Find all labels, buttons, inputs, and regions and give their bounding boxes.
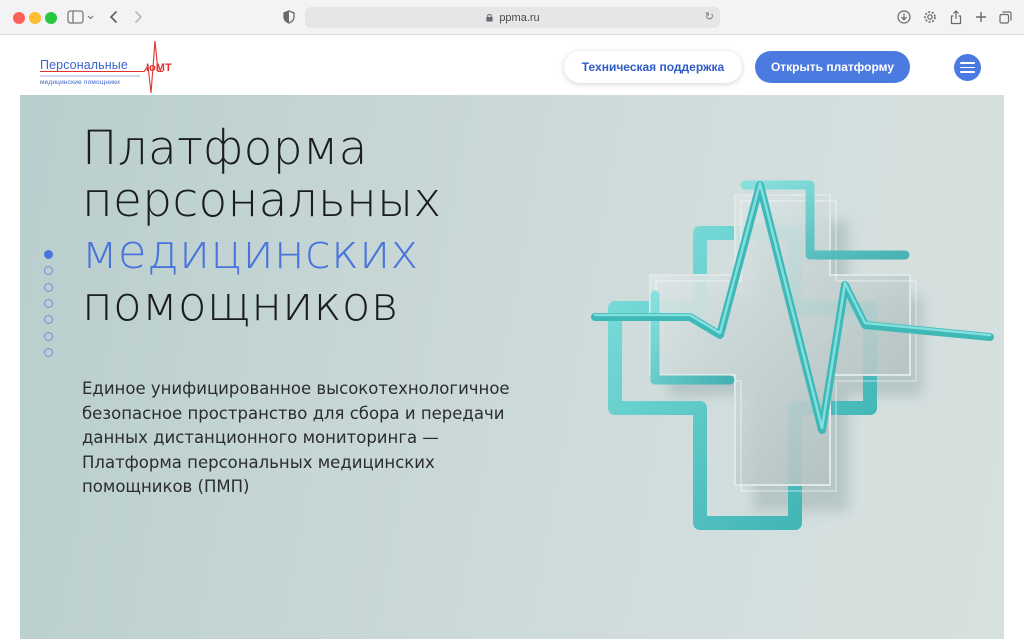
hero-title-line-4: помощников xyxy=(82,277,399,332)
chevron-right-icon[interactable] xyxy=(130,8,146,26)
slide-dot[interactable] xyxy=(44,266,53,276)
lock-icon xyxy=(486,13,493,22)
logo[interactable]: Персональные медицинские помощники IoMT xyxy=(40,40,200,94)
site-header: Персональные медицинские помощники IoMT … xyxy=(20,36,1004,95)
minimize-window-button[interactable] xyxy=(29,12,41,24)
browser-toolbar: ppma.ru ↻ xyxy=(0,0,1024,35)
hero-section: Платформа персональных медицинских помощ… xyxy=(20,95,1004,639)
share-icon[interactable] xyxy=(947,8,965,26)
reload-icon[interactable]: ↻ xyxy=(705,10,714,23)
slide-dot[interactable] xyxy=(44,347,53,357)
slide-dot[interactable] xyxy=(44,298,53,308)
logo-iomt-badge: IoMT xyxy=(146,62,172,74)
hero-title-line-1: Платформа xyxy=(82,121,368,176)
url-text: ppma.ru xyxy=(499,11,540,24)
download-icon[interactable] xyxy=(895,8,913,26)
maximize-window-button[interactable] xyxy=(45,12,57,24)
address-bar[interactable]: ppma.ru ↻ xyxy=(305,7,720,28)
chevron-left-icon[interactable] xyxy=(106,8,122,26)
plus-icon[interactable] xyxy=(972,8,990,26)
gear-icon[interactable] xyxy=(921,8,939,26)
hero-title: Платформа персональных медицинских помощ… xyxy=(82,123,441,331)
open-platform-button[interactable]: Открыть платформу xyxy=(755,51,910,83)
logo-title: Персональные xyxy=(40,58,128,72)
slide-dot[interactable] xyxy=(44,282,53,292)
sidebar-icon[interactable] xyxy=(66,8,96,26)
hamburger-menu-button[interactable] xyxy=(954,54,981,81)
slide-dot[interactable] xyxy=(44,315,53,325)
menu-line xyxy=(960,62,975,64)
logo-subtitle: медицинские помощники xyxy=(40,79,120,86)
close-window-button[interactable] xyxy=(13,12,25,24)
slide-dot[interactable] xyxy=(44,331,53,341)
shield-icon[interactable] xyxy=(281,8,297,26)
medical-cross-pulse-icon xyxy=(591,180,994,530)
tech-support-button[interactable]: Техническая поддержка xyxy=(564,51,742,83)
hero-title-line-3: медицинских xyxy=(82,225,419,280)
slide-dot[interactable] xyxy=(44,250,53,259)
hero-description: Единое унифицированное высокотехнологичн… xyxy=(82,379,510,496)
menu-line xyxy=(960,66,975,69)
menu-line xyxy=(960,71,975,73)
tabs-icon[interactable] xyxy=(996,8,1014,26)
hero-title-line-2: персональных xyxy=(82,173,442,228)
